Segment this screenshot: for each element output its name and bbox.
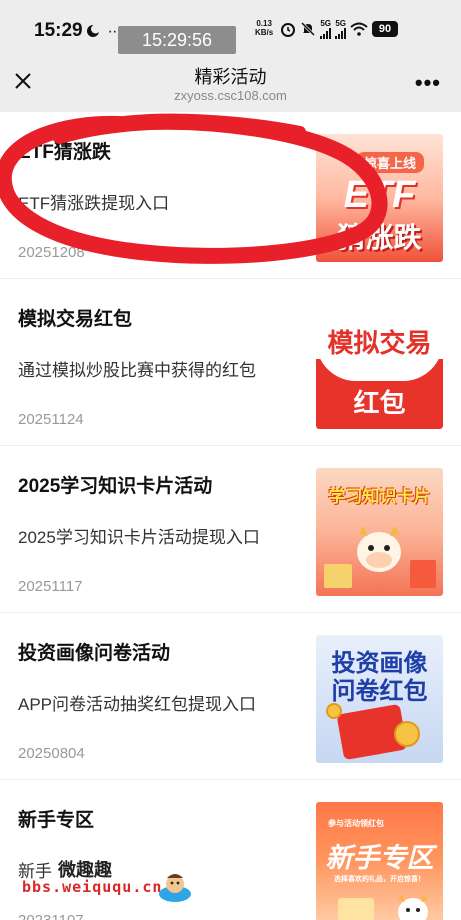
- watermark-url: bbs.weiququ.cn: [22, 878, 163, 896]
- activity-item[interactable]: 新手专区 新手 20231107 参与活动领红包 新手专区 选择喜欢的礼品，开启…: [0, 780, 461, 920]
- activity-item[interactable]: ETF猜涨跌 ETF猜涨跌提现入口 20251208 惊喜上线 ETF 猜涨跌: [0, 112, 461, 279]
- activity-title: ETF猜涨跌: [18, 142, 111, 163]
- thumb-text: 学习知识卡片: [328, 487, 431, 506]
- signal-1-label: 5G: [320, 18, 331, 28]
- activity-date: 20231107: [18, 912, 84, 920]
- thumb-text: 参与活动领红包: [328, 819, 384, 828]
- activity-item[interactable]: 模拟交易红包 通过模拟炒股比赛中获得的红包 20251124 模拟交易 红包: [0, 279, 461, 446]
- activity-thumbnail: 模拟交易 红包: [316, 301, 443, 429]
- thumb-text: 惊喜上线: [356, 152, 425, 173]
- status-time: 15:29: [34, 20, 83, 41]
- activity-thumbnail: 学习知识卡片: [316, 468, 443, 596]
- alarm-icon: [281, 23, 295, 37]
- activity-item[interactable]: 2025学习知识卡片活动 2025学习知识卡片活动提现入口 20251117 学…: [0, 446, 461, 613]
- thumb-text: 问卷红包: [331, 678, 428, 705]
- thumb-text: 猜涨跌: [337, 222, 422, 253]
- thumb-text: 新手专区: [325, 843, 434, 873]
- status-bar: 15:29 ⋯ 15:29:56 0.13 KB/s 5G 5G 90: [0, 0, 461, 56]
- status-right-icons: 5G 5G 90: [280, 18, 398, 40]
- thumb-text: ETF: [343, 174, 416, 216]
- status-left-icons: ⋯: [86, 22, 122, 40]
- activity-title: 投资画像问卷活动: [18, 643, 171, 664]
- activity-title: 模拟交易红包: [18, 309, 133, 330]
- activity-date: 20251117: [18, 578, 83, 595]
- signal-2-label: 5G: [335, 18, 346, 28]
- activity-item[interactable]: 投资画像问卷活动 APP问卷活动抽奖红包提现入口 20250804 投资画像 问…: [0, 613, 461, 780]
- title-bar: 精彩活动 zxyoss.csc108.com •••: [0, 56, 461, 112]
- wifi-icon: [350, 22, 368, 36]
- activity-date: 20250804: [18, 745, 85, 762]
- activity-description: 通过模拟炒股比赛中获得的红包: [18, 361, 256, 380]
- thumb-text: 模拟交易: [327, 328, 432, 358]
- activity-title: 2025学习知识卡片活动: [18, 476, 213, 497]
- activity-title: 新手专区: [18, 810, 95, 831]
- activity-thumbnail: 投资画像 问卷红包: [316, 635, 443, 763]
- net-speed: 0.13 KB/s: [255, 19, 273, 37]
- activity-date: 20251208: [18, 244, 85, 261]
- activity-description: APP问卷活动抽奖红包提现入口: [18, 695, 257, 714]
- cow-mascot-icon: [398, 894, 428, 920]
- gift-box: [338, 898, 374, 920]
- activity-description: 2025学习知识卡片活动提现入口: [18, 528, 260, 547]
- activity-description: ETF猜涨跌提现入口: [18, 194, 170, 213]
- more-icon[interactable]: •••: [415, 70, 441, 96]
- watermark-mascot-icon: [159, 874, 191, 902]
- signal-icon: [335, 27, 346, 39]
- signal-1: 5G: [320, 18, 331, 39]
- activity-thumbnail: 参与活动领红包 新手专区 选择喜欢的礼品，开启惊喜！: [316, 802, 443, 920]
- battery-icon: 90: [372, 21, 398, 37]
- thumb-text: 红包: [353, 388, 406, 418]
- activity-date: 20251124: [18, 411, 84, 428]
- net-speed-unit: KB/s: [255, 28, 274, 37]
- cow-mascot-icon: [357, 526, 401, 572]
- thumb-text: 选择喜欢的礼品，开启惊喜！: [334, 876, 425, 883]
- coin-icon: [394, 721, 420, 747]
- signal-icon: [320, 27, 331, 39]
- net-speed-value: 0.13: [256, 19, 272, 28]
- signal-2: 5G: [335, 18, 346, 39]
- gift-box: [410, 560, 436, 588]
- activity-thumbnail: 惊喜上线 ETF 猜涨跌: [316, 134, 443, 262]
- page-domain: zxyoss.csc108.com: [174, 88, 287, 103]
- coin-icon: [326, 703, 342, 719]
- moon-icon: [87, 24, 100, 38]
- time-overlay-badge: 15:29:56: [118, 26, 236, 54]
- page-title: 精彩活动: [194, 67, 267, 87]
- gift-box: [324, 564, 352, 588]
- mute-icon: [300, 21, 316, 37]
